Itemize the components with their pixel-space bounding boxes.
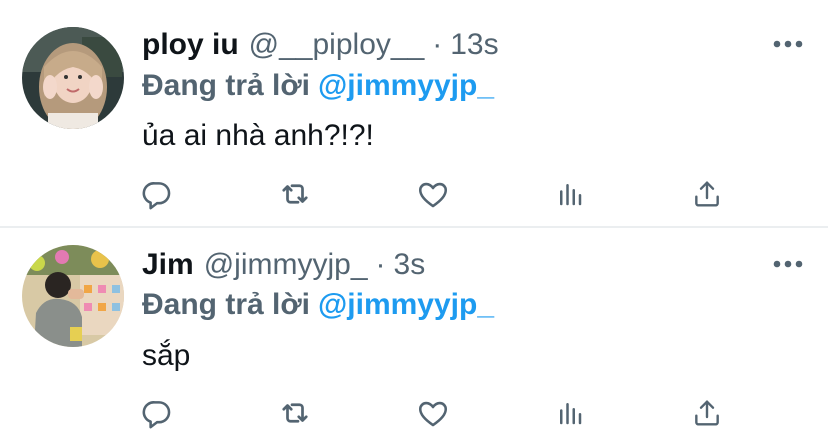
analytics-icon[interactable] [550,174,590,214]
replying-to: Đang trả lời @jimmyyjp_ [142,285,494,325]
tweet-header: Jim @jimmyyjp_ · 3s [142,245,425,285]
tweet-text: sắp [142,339,191,372]
tweet[interactable]: ploy iu @__piploy__ · 13s Đang trả lời @j… [0,0,828,226]
separator: · [375,248,386,281]
display-name[interactable]: ploy iu [142,25,239,65]
timestamp[interactable]: 3s [394,245,426,285]
share-icon[interactable] [687,393,727,433]
tweet[interactable]: Jim @jimmyyjp_ · 3s Đang trả lời @jimmyyj… [0,226,828,443]
replying-to: Đang trả lời @jimmyyjp_ [142,66,494,106]
analytics-icon[interactable] [550,393,590,433]
avatar[interactable] [22,27,124,129]
share-icon[interactable] [687,174,727,214]
tweet-text: ủa ai nhà anh?!?! [142,119,374,152]
like-icon[interactable] [413,393,453,433]
tweet-header: ploy iu @__piploy__ · 13s [142,25,499,65]
replying-to-link[interactable]: @jimmyyjp_ [318,69,494,102]
like-icon[interactable] [413,174,453,214]
username[interactable]: @jimmyyjp_ [204,245,368,285]
username[interactable]: @__piploy__ [249,25,425,65]
reply-icon[interactable] [137,174,177,214]
separator: · [432,28,443,61]
replying-to-label: Đang trả lời [142,288,311,321]
retweet-icon[interactable] [275,393,315,433]
replying-to-link[interactable]: @jimmyyjp_ [318,288,494,321]
retweet-icon[interactable] [275,174,315,214]
timestamp[interactable]: 13s [450,25,498,65]
avatar[interactable] [22,245,124,347]
more-options-icon[interactable] [768,32,808,56]
reply-icon[interactable] [137,393,177,433]
display-name[interactable]: Jim [142,245,194,285]
more-options-icon[interactable] [768,252,808,276]
replying-to-label: Đang trả lời [142,69,311,102]
